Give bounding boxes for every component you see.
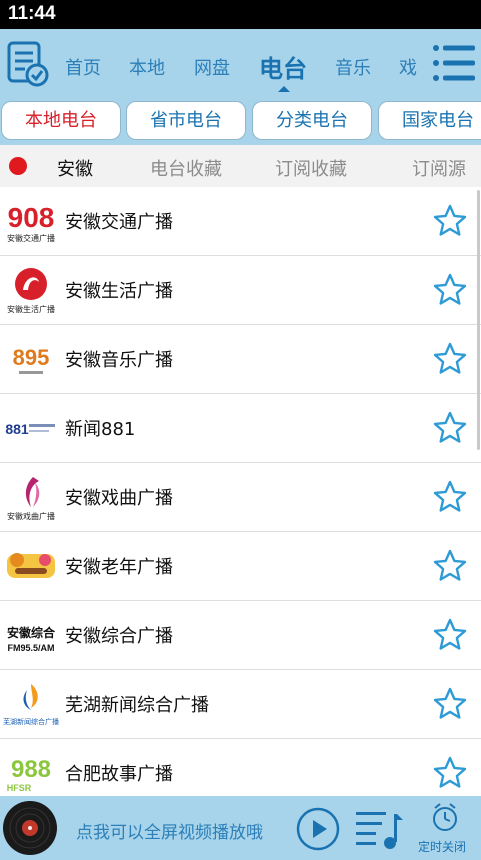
region-indicator-dot: [9, 157, 27, 175]
subtab-category-radio[interactable]: 分类电台: [252, 101, 372, 140]
sleep-timer-button[interactable]: 定时关闭: [412, 800, 478, 858]
star-favorite-icon[interactable]: [432, 410, 468, 446]
sleep-timer-label: 定时关闭: [418, 840, 467, 854]
nav-tab-opera[interactable]: 戏: [399, 54, 417, 80]
station-name: 合肥故事广播: [65, 764, 173, 785]
station-name: 安徽音乐广播: [65, 350, 173, 371]
list-scrollbar[interactable]: [477, 190, 480, 450]
station-row[interactable]: 安徽综合 FM95.5/AM 安徽综合广播: [0, 601, 481, 670]
status-bar: 11:44: [0, 0, 481, 29]
subtab-local-radio[interactable]: 本地电台: [1, 101, 121, 140]
bottom-player: 点我可以全屏视频播放哦 定时关闭: [0, 796, 481, 860]
station-logo: 895: [3, 333, 59, 385]
status-time: 11:44: [8, 3, 56, 24]
star-favorite-icon[interactable]: [432, 203, 468, 239]
station-name: 新闻881: [65, 419, 136, 440]
svg-text:安徽生活广播: 安徽生活广播: [7, 304, 55, 314]
station-logo: 988 HFSR: [3, 747, 59, 796]
svg-text:安徽综合: 安徽综合: [7, 625, 56, 640]
station-row[interactable]: 988 HFSR 合肥故事广播: [0, 739, 481, 796]
nav-tab-home[interactable]: 首页: [65, 54, 101, 80]
station-name: 安徽戏曲广播: [65, 488, 173, 509]
star-favorite-icon[interactable]: [432, 341, 468, 377]
playlist-icon[interactable]: [354, 806, 404, 850]
svg-text:芜湖新闻综合广播: 芜湖新闻综合广播: [3, 717, 59, 726]
region-selector[interactable]: 安徽: [57, 155, 93, 181]
svg-text:881: 881: [5, 421, 29, 437]
play-icon[interactable]: [296, 807, 340, 851]
subtab-national-radio[interactable]: 国家电台: [378, 101, 481, 140]
fullscreen-video-hint[interactable]: 点我可以全屏视频播放哦: [76, 818, 263, 843]
svg-text:安徽戏曲广播: 安徽戏曲广播: [7, 511, 55, 521]
star-favorite-icon[interactable]: [432, 272, 468, 308]
nav-tab-local[interactable]: 本地: [129, 54, 165, 80]
active-tab-indicator: [278, 86, 290, 92]
station-logo: 908 安徽交通广播: [3, 195, 59, 247]
nav-tab-music[interactable]: 音乐: [335, 54, 371, 80]
hamburger-menu-icon[interactable]: [432, 43, 476, 83]
station-logo: 芜湖新闻综合广播: [3, 678, 59, 730]
station-row[interactable]: 881 新闻881: [0, 394, 481, 463]
radio-sub-tabs: 本地电台 省市电台 分类电台 国家电台: [0, 97, 481, 145]
station-name: 安徽生活广播: [65, 281, 173, 302]
svg-text:安徽交通广播: 安徽交通广播: [7, 233, 55, 243]
subscription-sources-tab[interactable]: 订阅源: [412, 155, 466, 181]
station-row[interactable]: 908 安徽交通广播 安徽交通广播: [0, 187, 481, 256]
nav-tab-cloud-drive[interactable]: 网盘: [194, 54, 230, 80]
star-favorite-icon[interactable]: [432, 686, 468, 722]
station-row[interactable]: 安徽老年广播: [0, 532, 481, 601]
svg-text:908: 908: [8, 202, 55, 233]
station-name: 安徽老年广播: [65, 557, 173, 578]
star-favorite-icon[interactable]: [432, 755, 468, 791]
top-nav: 首页 本地 网盘 电台 音乐 戏: [0, 29, 481, 97]
station-row[interactable]: 安徽戏曲广播 安徽戏曲广播: [0, 463, 481, 532]
svg-text:988: 988: [11, 756, 51, 783]
station-logo: 881: [3, 402, 59, 454]
nav-tab-radio[interactable]: 电台: [259, 49, 307, 84]
station-name: 芜湖新闻综合广播: [65, 695, 209, 716]
station-logo: 安徽生活广播: [3, 264, 59, 316]
checklist-document-icon[interactable]: [7, 41, 49, 87]
category-row: 安徽 电台收藏 订阅收藏 订阅源: [0, 145, 481, 187]
station-row[interactable]: 895 安徽音乐广播: [0, 325, 481, 394]
station-logo: 安徽戏曲广播: [3, 471, 59, 523]
station-list[interactable]: 908 安徽交通广播 安徽交通广播 安徽生活广播 安徽生活广播 895 安徽音乐…: [0, 187, 481, 796]
station-logo: [3, 540, 59, 592]
station-row[interactable]: 芜湖新闻综合广播 芜湖新闻综合广播: [0, 670, 481, 739]
svg-text:HFSR: HFSR: [7, 783, 32, 793]
star-favorite-icon[interactable]: [432, 548, 468, 584]
svg-text:895: 895: [13, 345, 50, 370]
station-name: 安徽交通广播: [65, 212, 173, 233]
station-row[interactable]: 安徽生活广播 安徽生活广播: [0, 256, 481, 325]
subscription-favorites-tab[interactable]: 订阅收藏: [275, 155, 347, 181]
star-favorite-icon[interactable]: [432, 617, 468, 653]
svg-text:FM95.5/AM: FM95.5/AM: [7, 643, 54, 653]
station-name: 安徽综合广播: [65, 626, 173, 647]
subtab-province-radio[interactable]: 省市电台: [126, 101, 246, 140]
star-favorite-icon[interactable]: [432, 479, 468, 515]
station-logo: 安徽综合 FM95.5/AM: [3, 609, 59, 661]
alarm-clock-icon: [433, 803, 457, 831]
radio-favorites-tab[interactable]: 电台收藏: [150, 155, 222, 181]
vinyl-disc-icon[interactable]: [2, 800, 58, 856]
